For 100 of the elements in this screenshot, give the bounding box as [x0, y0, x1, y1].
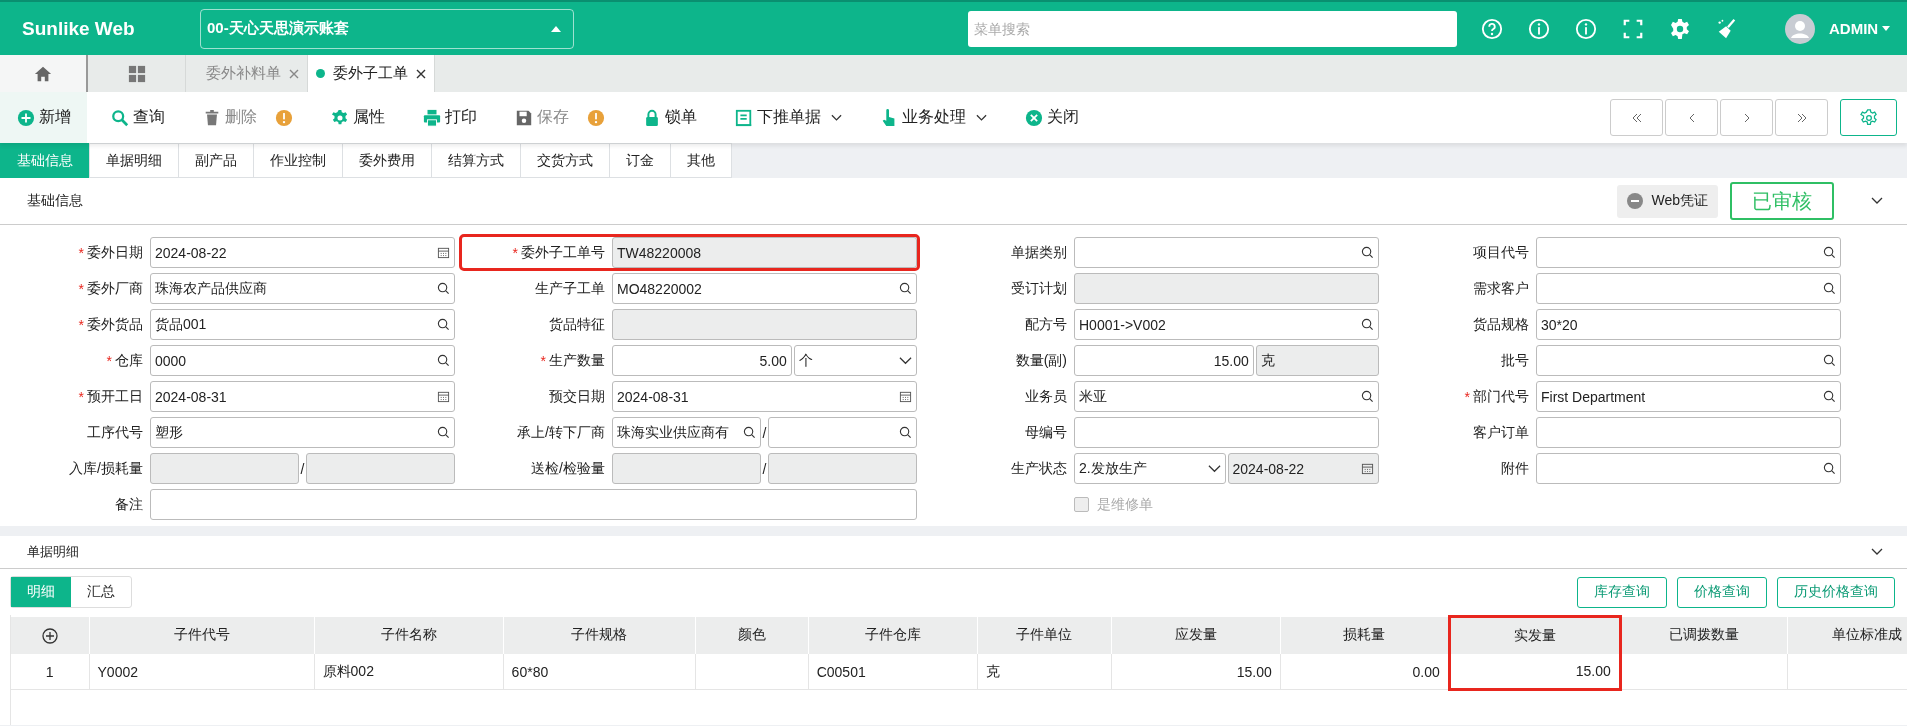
broom-icon[interactable]: [1716, 17, 1738, 40]
fullscreen-icon[interactable]: [1622, 17, 1644, 40]
input-field[interactable]: 0000: [150, 345, 455, 376]
query-button[interactable]: 历史价格查询: [1777, 576, 1895, 608]
page-tab[interactable]: 委外子工单: [308, 55, 435, 92]
section-title: 基础信息: [27, 192, 83, 210]
input-field[interactable]: [612, 453, 761, 484]
settings-icon[interactable]: [1669, 17, 1691, 40]
add-row-icon[interactable]: [41, 627, 58, 644]
toolbar-button[interactable]: 锁单: [629, 92, 711, 143]
calendar-icon[interactable]: [1361, 462, 1374, 475]
toolbar-button[interactable]: 关闭: [1011, 92, 1093, 143]
view-tab[interactable]: 汇总: [71, 577, 131, 607]
input-field[interactable]: [1074, 417, 1379, 448]
calendar-icon[interactable]: [899, 390, 912, 403]
date-field[interactable]: 2024-08-22: [1227, 453, 1379, 484]
search-icon[interactable]: [1823, 354, 1836, 367]
previous-button[interactable]: [1665, 99, 1718, 136]
search-icon[interactable]: [437, 318, 450, 331]
input-field[interactable]: 30*20: [1536, 309, 1841, 340]
input-field[interactable]: TW48220008: [612, 237, 917, 268]
next-button[interactable]: [1720, 99, 1773, 136]
input-field[interactable]: [1536, 453, 1841, 484]
unit-field[interactable]: 克: [1255, 345, 1379, 376]
search-icon[interactable]: [742, 426, 756, 439]
last-button[interactable]: [1775, 99, 1828, 136]
toolbar-button[interactable]: 新增: [0, 92, 87, 143]
input-field[interactable]: 米亚: [1074, 381, 1379, 412]
input-field[interactable]: [768, 417, 917, 448]
input-field[interactable]: [768, 453, 917, 484]
search-icon[interactable]: [1823, 462, 1836, 475]
double-chevron-right-icon: [1795, 111, 1808, 124]
input-field[interactable]: 塑形: [150, 417, 455, 448]
section-tab[interactable]: 交货方式: [520, 143, 610, 178]
toolbar-button[interactable]: 属性: [317, 92, 399, 143]
input-field[interactable]: [1074, 237, 1379, 268]
input-field[interactable]: 珠海农产品供应商: [150, 273, 455, 304]
search-icon[interactable]: [437, 354, 450, 367]
input-field[interactable]: [1536, 237, 1841, 268]
input-field[interactable]: [150, 453, 299, 484]
settings-button[interactable]: [1840, 99, 1897, 136]
home-tab[interactable]: [0, 55, 88, 92]
input-field[interactable]: [1536, 345, 1841, 376]
date-field[interactable]: 2024-08-31: [150, 381, 455, 412]
input-field[interactable]: [612, 309, 917, 340]
search-icon[interactable]: [1823, 390, 1836, 403]
input-field[interactable]: [1074, 273, 1379, 304]
voucher-button[interactable]: Web凭证: [1617, 184, 1718, 218]
section-tab[interactable]: 结算方式: [431, 143, 521, 178]
status-select[interactable]: 2.发放生产: [1074, 453, 1226, 484]
calendar-icon[interactable]: [437, 390, 450, 403]
search-field[interactable]: 菜单搜索: [968, 10, 1457, 47]
search-icon[interactable]: [1823, 246, 1836, 259]
date-field[interactable]: 2024-08-31: [612, 381, 917, 412]
section-tab[interactable]: 委外费用: [342, 143, 432, 178]
search-icon[interactable]: [1361, 246, 1374, 259]
toolbar-button[interactable]: 下推单据: [721, 92, 856, 143]
input-field[interactable]: [1536, 417, 1841, 448]
toolbar-button[interactable]: 查询: [97, 92, 179, 143]
search-icon[interactable]: [1823, 282, 1836, 295]
input-field[interactable]: First Department: [1536, 381, 1841, 412]
section-tab[interactable]: 作业控制: [253, 143, 343, 178]
section-tab[interactable]: 副产品: [178, 143, 254, 178]
input-field[interactable]: 5.00: [612, 345, 792, 376]
chevron-down-icon[interactable]: [1871, 548, 1883, 556]
calendar-icon[interactable]: [437, 246, 450, 259]
input-field[interactable]: 货品001: [150, 309, 455, 340]
query-button[interactable]: 库存查询: [1577, 576, 1667, 608]
help-icon[interactable]: [1481, 17, 1503, 40]
first-button[interactable]: [1610, 99, 1663, 136]
close-icon[interactable]: [416, 68, 426, 79]
search-icon[interactable]: [899, 282, 912, 295]
input-field[interactable]: [1536, 273, 1841, 304]
required-mark: *: [540, 352, 546, 369]
unit-select[interactable]: 个: [793, 345, 917, 376]
input-field[interactable]: MO48220002: [612, 273, 917, 304]
query-button[interactable]: 价格查询: [1677, 576, 1767, 608]
toolbar-button[interactable]: 业务处理: [866, 92, 1001, 143]
date-field[interactable]: 2024-08-22: [150, 237, 455, 268]
section-tab[interactable]: 订金: [609, 143, 671, 178]
avatar-icon[interactable]: [1785, 13, 1815, 44]
input-field[interactable]: [306, 453, 455, 484]
search-icon[interactable]: [1361, 318, 1374, 331]
search-icon[interactable]: [899, 426, 912, 439]
input-field[interactable]: 15.00: [1074, 345, 1254, 376]
close-icon: [1025, 108, 1043, 127]
home-icon: [34, 64, 52, 83]
section-tab[interactable]: 单据明细: [89, 143, 179, 178]
search-icon[interactable]: [437, 426, 450, 439]
input-field[interactable]: [150, 489, 917, 520]
field-label: 客户订单: [1473, 423, 1529, 442]
section-tab[interactable]: 其他: [670, 143, 732, 178]
search-icon[interactable]: [437, 282, 450, 295]
search-icon[interactable]: [1361, 390, 1374, 403]
info-icon[interactable]: [1575, 17, 1597, 40]
info-icon[interactable]: [1528, 17, 1550, 40]
toolbar-button[interactable]: 打印: [409, 92, 491, 143]
chevron-down-icon[interactable]: [1871, 197, 1883, 205]
input-field[interactable]: 珠海实业供应商有: [612, 417, 761, 448]
input-field[interactable]: H0001->V002: [1074, 309, 1379, 340]
